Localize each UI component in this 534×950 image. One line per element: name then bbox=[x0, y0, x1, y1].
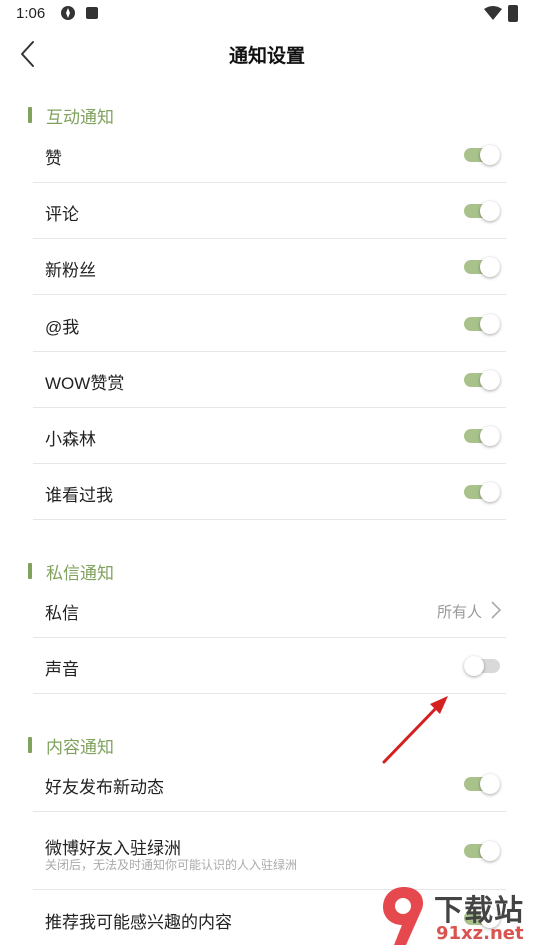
watermark: 下载站 91xz.net bbox=[380, 885, 534, 950]
section-header-interaction: 互动通知 bbox=[28, 105, 114, 127]
status-bar: 1:06 bbox=[0, 0, 534, 30]
setting-label: 声音 bbox=[45, 660, 79, 679]
setting-label: 私信 bbox=[45, 604, 79, 623]
app-notification-icon-2 bbox=[86, 7, 98, 19]
setting-label: @我 bbox=[45, 318, 80, 337]
weibo-friends-toggle[interactable] bbox=[464, 841, 500, 861]
setting-row-sound[interactable]: 声音 bbox=[33, 638, 506, 694]
setting-label: 推荐我可能感兴趣的内容 bbox=[45, 913, 232, 932]
section-title: 互动通知 bbox=[46, 107, 114, 127]
section-title: 内容通知 bbox=[46, 737, 114, 757]
section-header-private-message: 私信通知 bbox=[28, 561, 114, 583]
setting-label: 好友发布新动态 bbox=[45, 778, 164, 797]
setting-label: 谁看过我 bbox=[45, 486, 113, 505]
setting-row-friend-posts[interactable]: 好友发布新动态 bbox=[33, 756, 506, 812]
setting-label: 评论 bbox=[45, 205, 79, 224]
private-message-value: 所有人 bbox=[436, 604, 482, 621]
setting-label: 新粉丝 bbox=[45, 261, 96, 280]
setting-label: WOW赞赏 bbox=[45, 374, 125, 393]
wow-reward-toggle[interactable] bbox=[464, 370, 500, 390]
section-accent-bar bbox=[28, 563, 32, 579]
status-time: 1:06 bbox=[16, 5, 46, 22]
setting-label: 赞 bbox=[45, 149, 62, 168]
section-accent-bar bbox=[28, 737, 32, 753]
comment-toggle[interactable] bbox=[464, 201, 500, 221]
like-toggle[interactable] bbox=[464, 145, 500, 165]
setting-row-weibo-friends[interactable]: 微博好友入驻绿洲 关闭后，无法及时通知你可能认识的人入驻绿洲 bbox=[33, 812, 506, 890]
section-accent-bar bbox=[28, 107, 32, 123]
forest-toggle[interactable] bbox=[464, 426, 500, 446]
setting-row-private-message[interactable]: 私信 所有人 bbox=[33, 582, 506, 638]
setting-row-mention[interactable]: @我 bbox=[33, 296, 506, 352]
battery-icon bbox=[508, 5, 518, 22]
setting-row-wow-reward[interactable]: WOW赞赏 bbox=[33, 352, 506, 408]
setting-row-like[interactable]: 赞 bbox=[33, 127, 506, 183]
section-title: 私信通知 bbox=[46, 563, 114, 583]
setting-sublabel: 关闭后，无法及时通知你可能认识的人入驻绿洲 bbox=[45, 858, 298, 872]
wifi-icon bbox=[484, 6, 502, 20]
watermark-url: 91xz.net bbox=[436, 923, 524, 944]
setting-row-who-viewed[interactable]: 谁看过我 bbox=[33, 464, 506, 520]
sound-toggle[interactable] bbox=[464, 656, 500, 676]
setting-row-forest[interactable]: 小森林 bbox=[33, 408, 506, 464]
watermark-logo-icon bbox=[383, 887, 424, 945]
setting-row-comment[interactable]: 评论 bbox=[33, 183, 506, 239]
who-viewed-toggle[interactable] bbox=[464, 482, 500, 502]
app-notification-icon bbox=[61, 6, 75, 20]
page-title: 通知设置 bbox=[228, 46, 305, 67]
mention-toggle[interactable] bbox=[464, 314, 500, 334]
chevron-right-icon bbox=[491, 601, 502, 619]
setting-label: 小森林 bbox=[45, 430, 96, 449]
section-header-content: 内容通知 bbox=[28, 735, 114, 757]
new-fans-toggle[interactable] bbox=[464, 257, 500, 277]
friend-posts-toggle[interactable] bbox=[464, 774, 500, 794]
nav-bar: 通知设置 bbox=[0, 30, 534, 78]
setting-row-new-fans[interactable]: 新粉丝 bbox=[33, 239, 506, 295]
